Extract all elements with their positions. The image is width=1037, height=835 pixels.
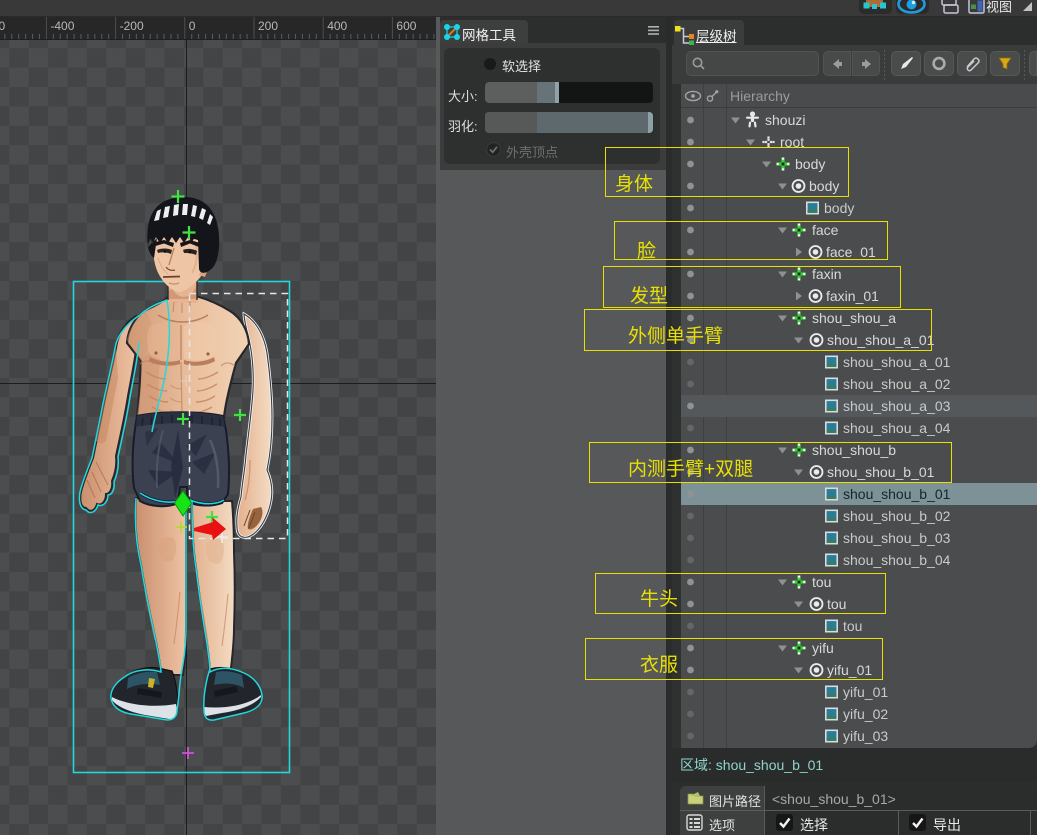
svg-text:视图: 视图 xyxy=(986,0,1012,15)
